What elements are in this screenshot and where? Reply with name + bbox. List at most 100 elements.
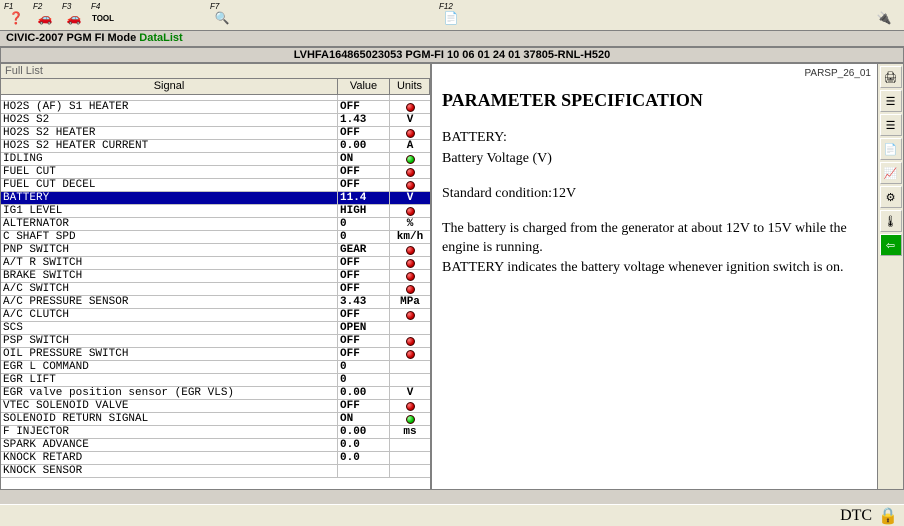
f12-button[interactable]: F12📄: [437, 2, 465, 28]
table-row[interactable]: KNOCK RETARD0.0: [1, 452, 430, 465]
settings-button[interactable]: ⚙: [880, 186, 902, 208]
table-row[interactable]: EGR LIFT0: [1, 374, 430, 387]
table-row[interactable]: FUEL CUT DECELOFF: [1, 179, 430, 192]
value-cell: OFF: [338, 127, 390, 139]
dtc-label: DTC: [840, 507, 872, 525]
col-signal[interactable]: Signal: [1, 79, 338, 94]
value-cell: 1.43: [338, 114, 390, 126]
signal-cell: A/T R SWITCH: [1, 257, 338, 269]
table-row[interactable]: F INJECTOR0.00ms: [1, 426, 430, 439]
unit-cell: [390, 153, 430, 165]
col-value[interactable]: Value: [338, 79, 390, 94]
table-row[interactable]: BATTERY11.4V: [1, 192, 430, 205]
unit-cell: [390, 309, 430, 321]
connection-button[interactable]: 🔌: [869, 2, 899, 28]
table-row[interactable]: A/C SWITCHOFF: [1, 283, 430, 296]
lock-icon: 🔒: [878, 506, 898, 526]
list-icon: ☰: [886, 119, 896, 132]
value-cell: 0.0: [338, 452, 390, 464]
col-units[interactable]: Units: [390, 79, 430, 94]
value-cell: ON: [338, 153, 390, 165]
value-cell: OFF: [338, 166, 390, 178]
table-row[interactable]: SCSOPEN: [1, 322, 430, 335]
value-cell: 0.00: [338, 426, 390, 438]
unit-cell: [390, 452, 430, 464]
unit-cell: [390, 270, 430, 282]
list-icon: ☰: [886, 95, 896, 108]
data-list-panel: Full List Signal Value Units HO2S (AF) S…: [1, 64, 432, 489]
page-icon: 📄: [442, 10, 460, 26]
status-dot-icon: [406, 285, 415, 294]
value-cell: HIGH: [338, 205, 390, 217]
signal-cell: OIL PRESSURE SWITCH: [1, 348, 338, 360]
doc-button[interactable]: 📄: [880, 138, 902, 160]
car-icon: 🚗: [36, 10, 54, 26]
f7-search-button[interactable]: F7🔍: [208, 2, 236, 28]
table-row[interactable]: A/C PRESSURE SENSOR3.43MPa: [1, 296, 430, 309]
unit-cell: km/h: [390, 231, 430, 243]
table-row[interactable]: VTEC SOLENOID VALVEOFF: [1, 400, 430, 413]
status-dot-icon: [406, 181, 415, 190]
unit-cell: [390, 179, 430, 191]
list2-button[interactable]: ☰: [880, 114, 902, 136]
status-bar: DTC 🔒: [0, 504, 904, 526]
print-button[interactable]: 🖨: [880, 66, 902, 88]
table-row[interactable]: PNP SWITCHGEAR: [1, 244, 430, 257]
unit-cell: [390, 335, 430, 347]
f3-car2-button[interactable]: F3🚗: [60, 2, 88, 28]
exit-icon: ⇦: [886, 239, 895, 252]
breadcrumb: CIVIC-2007 PGM FI Mode DataList: [0, 31, 904, 47]
table-row[interactable]: EGR L COMMAND0: [1, 361, 430, 374]
signal-cell: IG1 LEVEL: [1, 205, 338, 217]
signal-cell: FUEL CUT DECEL: [1, 179, 338, 191]
value-cell: OFF: [338, 257, 390, 269]
table-row[interactable]: PSP SWITCHOFF: [1, 335, 430, 348]
table-row[interactable]: A/C CLUTCHOFF: [1, 309, 430, 322]
table-row[interactable]: ALTERNATOR0%: [1, 218, 430, 231]
unit-cell: V: [390, 114, 430, 126]
status-dot-icon: [406, 350, 415, 359]
signal-cell: BATTERY: [1, 192, 338, 204]
car-icon: 🚗: [65, 10, 83, 26]
list-title: Full List: [1, 64, 430, 79]
table-row[interactable]: SOLENOID RETURN SIGNALON: [1, 413, 430, 426]
signal-cell: KNOCK SENSOR: [1, 465, 338, 477]
table-row[interactable]: A/T R SWITCHOFF: [1, 257, 430, 270]
value-cell: 0.00: [338, 140, 390, 152]
table-row[interactable]: HO2S (AF) S1 HEATEROFF: [1, 101, 430, 114]
signal-cell: HO2S S2 HEATER: [1, 127, 338, 139]
status-dot-icon: [406, 129, 415, 138]
value-cell: OFF: [338, 101, 390, 113]
unit-cell: [390, 374, 430, 386]
table-row[interactable]: OIL PRESSURE SWITCHOFF: [1, 348, 430, 361]
f1-help-button[interactable]: F1❓: [2, 2, 30, 28]
table-row[interactable]: FUEL CUTOFF: [1, 166, 430, 179]
signal-cell: HO2S (AF) S1 HEATER: [1, 101, 338, 113]
signal-cell: SCS: [1, 322, 338, 334]
status-dot-icon: [406, 402, 415, 411]
table-row[interactable]: SPARK ADVANCE0.0: [1, 439, 430, 452]
signal-cell: A/C PRESSURE SENSOR: [1, 296, 338, 308]
table-row[interactable]: C SHAFT SPD0km/h: [1, 231, 430, 244]
table-row[interactable]: HO2S S2 HEATER CURRENT0.00A: [1, 140, 430, 153]
table-row[interactable]: HO2S S2 HEATEROFF: [1, 127, 430, 140]
temp-button[interactable]: 🌡: [880, 210, 902, 232]
data-rows[interactable]: HO2S (AF) S1 HEATEROFFHO2S S21.43VHO2S S…: [1, 95, 430, 489]
table-row[interactable]: IG1 LEVELHIGH: [1, 205, 430, 218]
signal-cell: A/C SWITCH: [1, 283, 338, 295]
signal-cell: PSP SWITCH: [1, 335, 338, 347]
f2-car-button[interactable]: F2🚗: [31, 2, 59, 28]
graph-button[interactable]: 📈: [880, 162, 902, 184]
signal-cell: F INJECTOR: [1, 426, 338, 438]
value-cell: OFF: [338, 283, 390, 295]
signal-cell: HO2S S2: [1, 114, 338, 126]
list1-button[interactable]: ☰: [880, 90, 902, 112]
table-row[interactable]: BRAKE SWITCHOFF: [1, 270, 430, 283]
unit-cell: [390, 205, 430, 217]
table-row[interactable]: KNOCK SENSOR: [1, 465, 430, 478]
table-row[interactable]: IDLINGON: [1, 153, 430, 166]
exit-button[interactable]: ⇦: [880, 234, 902, 256]
f4-tool-button[interactable]: F4TOOL: [89, 2, 117, 28]
table-row[interactable]: HO2S S21.43V: [1, 114, 430, 127]
table-row[interactable]: EGR valve position sensor (EGR VLS)0.00V: [1, 387, 430, 400]
